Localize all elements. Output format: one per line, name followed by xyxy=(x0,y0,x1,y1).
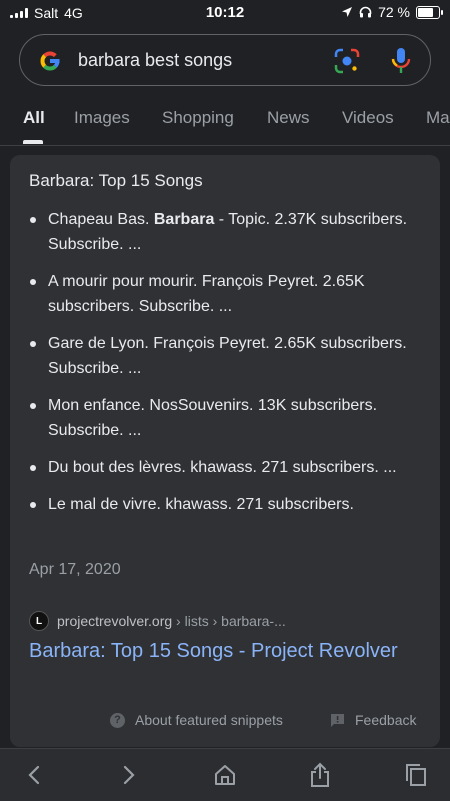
snippet-date: Apr 17, 2020 xyxy=(29,561,121,578)
microphone-icon[interactable] xyxy=(390,46,412,76)
snippet-item-text: Mon enfance. NosSouvenirs. 13K subscribe… xyxy=(48,397,378,439)
snippet-title: Barbara: Top 15 Songs xyxy=(29,171,203,190)
snippet-item-highlight: Barbara xyxy=(153,211,215,228)
search-input[interactable]: barbara best songs xyxy=(78,50,232,71)
snippet-item-text: Gare de Lyon. François Peyret. 2.65K sub… xyxy=(48,335,407,377)
source-path: › lists › barbara-... xyxy=(172,613,286,629)
forward-button[interactable] xyxy=(115,761,143,789)
snippet-list-item: Gare de Lyon. François Peyret. 2.65K sub… xyxy=(29,331,419,381)
browser-toolbar xyxy=(0,748,450,801)
google-lens-icon[interactable] xyxy=(333,47,361,75)
chevron-right-icon xyxy=(123,765,135,785)
snippet-item-text: Du bout des lèvres. khawass. 271 subscri… xyxy=(48,459,397,476)
result-source[interactable]: L projectrevolver.org › lists › barbara-… xyxy=(29,611,286,631)
snippet-list-item: A mourir pour mourir. François Peyret. 2… xyxy=(29,269,419,319)
battery-percent: 72 % xyxy=(378,4,410,20)
tabs-divider xyxy=(0,145,450,146)
site-favicon-icon: L xyxy=(29,611,49,631)
location-icon xyxy=(342,7,353,17)
result-title-link[interactable]: Barbara: Top 15 Songs - Project Revolver xyxy=(29,637,409,665)
feedback-button[interactable]: Feedback xyxy=(330,712,416,728)
tab-images[interactable]: Images xyxy=(74,108,130,128)
source-domain: projectrevolver.org xyxy=(57,613,173,629)
help-icon: ? xyxy=(110,712,125,728)
tabs-icon xyxy=(406,764,426,786)
status-right: 72 % xyxy=(341,4,443,20)
tab-videos[interactable]: Videos xyxy=(342,108,394,128)
back-button[interactable] xyxy=(20,761,48,789)
about-snippets-button[interactable]: ? About featured snippets xyxy=(110,712,283,728)
tab-maps[interactable]: Ma xyxy=(426,108,450,128)
tab-shopping[interactable]: Shopping xyxy=(162,108,234,128)
snippet-list-item: Du bout des lèvres. khawass. 271 subscri… xyxy=(29,455,419,480)
snippet-item-text: A mourir pour mourir. François Peyret. 2… xyxy=(48,273,365,315)
tab-all[interactable]: All xyxy=(23,108,45,128)
featured-snippet-card: Barbara: Top 15 Songs Chapeau Bas. Barba… xyxy=(10,155,440,747)
snippet-item-text: Le mal de vivre. khawass. 271 subscriber… xyxy=(48,496,354,513)
google-logo-icon[interactable] xyxy=(37,48,63,74)
share-button[interactable] xyxy=(306,761,334,789)
snippet-list-item: Le mal de vivre. khawass. 271 subscriber… xyxy=(29,492,419,517)
snippet-list-item: Chapeau Bas. Barbara - Topic. 2.37K subs… xyxy=(29,207,419,257)
status-bar: Salt 4G 10:12 72 % xyxy=(0,0,450,26)
chevron-left-icon xyxy=(28,765,40,785)
share-icon xyxy=(311,762,329,787)
search-bar[interactable]: barbara best songs xyxy=(19,34,431,86)
headphones-icon xyxy=(359,6,372,18)
tab-news[interactable]: News xyxy=(267,108,310,128)
home-button[interactable] xyxy=(211,761,239,789)
tabs-button[interactable] xyxy=(402,761,430,789)
snippet-item-text: Chapeau Bas. xyxy=(48,211,154,228)
active-tab-indicator xyxy=(23,140,43,144)
feedback-icon xyxy=(331,713,344,727)
snippet-list: Chapeau Bas. Barbara - Topic. 2.37K subs… xyxy=(29,207,419,529)
home-icon xyxy=(215,765,235,785)
feedback-label: Feedback xyxy=(355,712,417,728)
snippet-footer: ? About featured snippets Feedback xyxy=(10,712,440,732)
battery-icon xyxy=(416,5,443,19)
search-tabs: All Images Shopping News Videos Ma xyxy=(0,104,450,144)
snippet-list-item: Mon enfance. NosSouvenirs. 13K subscribe… xyxy=(29,393,419,443)
about-label: About featured snippets xyxy=(135,712,283,728)
